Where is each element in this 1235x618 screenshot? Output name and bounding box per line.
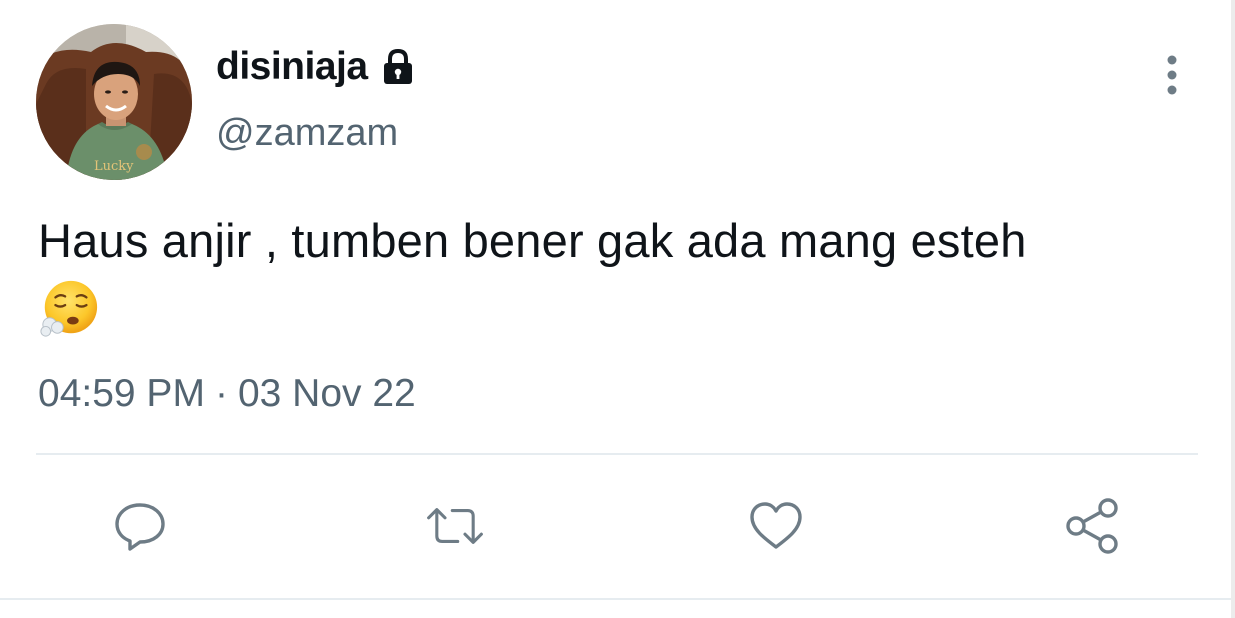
- face-exhaling-emoji: [40, 280, 98, 337]
- tweet-text-content: Haus anjir , tumben bener gak ada mang e…: [38, 214, 1027, 267]
- more-vertical-icon: [1167, 55, 1177, 95]
- scroll-edge: [1231, 0, 1235, 618]
- bottom-divider: [0, 598, 1231, 600]
- shirt-print: Lucky: [94, 159, 134, 174]
- divider: [36, 453, 1198, 455]
- avatar[interactable]: Lucky: [36, 24, 192, 180]
- like-button[interactable]: [746, 496, 806, 556]
- tweet-date: 03 Nov 22: [237, 372, 416, 415]
- meta-separator: ·: [214, 372, 228, 415]
- retweet-icon: [427, 508, 483, 544]
- author-row: disiniaja: [216, 42, 418, 92]
- tweet-time: 04:59 PM: [38, 372, 205, 415]
- tweet-card: Lucky disiniaja @zamzam Haus anjir , tum…: [0, 0, 1231, 618]
- lock-icon: [378, 47, 418, 87]
- tweet-text: Haus anjir , tumben bener gak ada mang e…: [38, 210, 1198, 340]
- heart-icon: [750, 502, 802, 549]
- reply-bubble-icon: [115, 503, 165, 551]
- share-icon: [1066, 498, 1118, 554]
- reply-button[interactable]: [110, 496, 170, 556]
- username[interactable]: @zamzam: [216, 112, 398, 155]
- display-name[interactable]: disiniaja: [216, 45, 368, 89]
- tweet-timestamp[interactable]: 04:59 PM · 03 Nov 22: [38, 372, 416, 416]
- share-button[interactable]: [1062, 496, 1122, 556]
- retweet-button[interactable]: [425, 496, 485, 556]
- more-options-button[interactable]: [1150, 50, 1194, 100]
